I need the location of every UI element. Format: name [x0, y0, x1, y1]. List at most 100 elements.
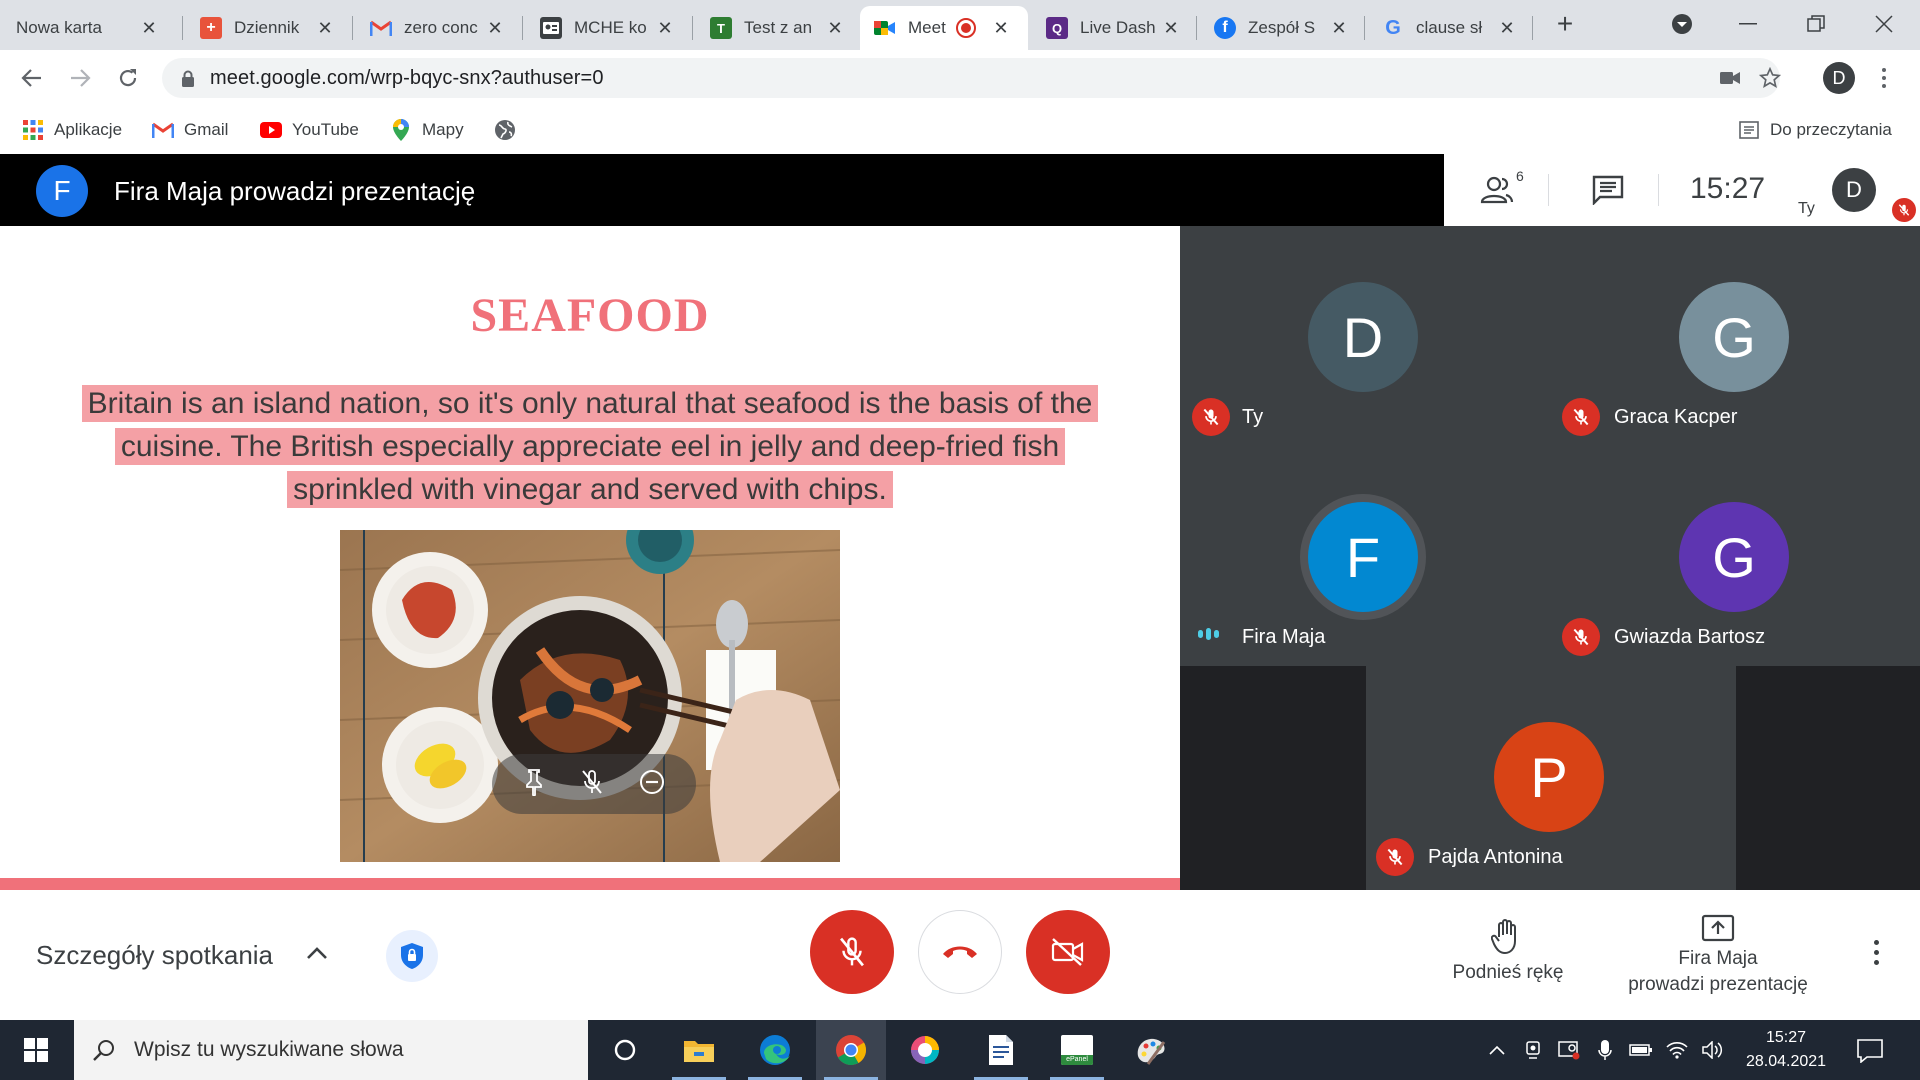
profile-avatar[interactable]: D — [1823, 62, 1855, 94]
forward-button[interactable] — [62, 60, 98, 96]
lock-icon[interactable] — [180, 70, 196, 87]
close-icon[interactable]: ✕ — [1162, 18, 1180, 39]
bookmark-label: YouTube — [292, 120, 359, 139]
taskbar-search[interactable]: Wpisz tu wyszukiwane słowa — [74, 1020, 588, 1080]
screen-capture-icon[interactable] — [1556, 1038, 1582, 1062]
reading-list[interactable]: Do przeczytania — [1738, 116, 1892, 144]
close-icon[interactable]: ✕ — [992, 18, 1010, 39]
meet-icon — [874, 17, 896, 39]
tab-separator — [1364, 16, 1365, 40]
mic-off-icon[interactable] — [579, 768, 605, 801]
bookmark-globe[interactable] — [494, 116, 526, 144]
bookmark-youtube[interactable]: YouTube — [260, 116, 359, 144]
tab-meet[interactable]: Meet ✕ — [860, 6, 1028, 50]
close-window-button[interactable] — [1864, 6, 1904, 42]
reload-button[interactable] — [110, 60, 146, 96]
more-options-button[interactable] — [1866, 932, 1886, 972]
notification-center-button[interactable] — [1852, 1036, 1888, 1066]
edge-icon — [760, 1035, 790, 1065]
tab-gmail[interactable]: zero conc ✕ — [356, 6, 516, 50]
microphone-toggle-button[interactable] — [810, 910, 894, 994]
tab-dziennik[interactable]: + Dziennik ✕ — [186, 6, 346, 50]
participants-button[interactable] — [1480, 172, 1520, 208]
apps-grid-icon — [22, 119, 44, 141]
participant-avatar: G — [1679, 282, 1789, 392]
star-icon[interactable] — [1754, 66, 1786, 90]
chevron-up-icon[interactable] — [1484, 1038, 1510, 1062]
tab-new-tab[interactable]: Nowa karta ✕ — [0, 6, 170, 50]
close-icon[interactable]: ✕ — [1498, 18, 1516, 39]
browser-menu-button[interactable] — [1872, 62, 1896, 94]
chevron-up-icon[interactable] — [302, 938, 332, 968]
tab-title: zero conc — [404, 18, 478, 37]
tab-title: Test z an — [744, 18, 813, 37]
tab-title: MCHE ko — [574, 18, 647, 37]
address-bar[interactable]: meet.google.com/wrp-bqyc-snx?authuser=0 — [162, 58, 1781, 98]
mic-off-icon — [840, 937, 864, 967]
file-explorer-button[interactable] — [664, 1020, 734, 1080]
close-icon[interactable]: ✕ — [140, 18, 158, 39]
raise-hand-button[interactable] — [1488, 918, 1524, 956]
battery-icon[interactable] — [1628, 1038, 1654, 1062]
word-doc-button[interactable] — [966, 1020, 1036, 1080]
present-screen-icon — [1701, 914, 1735, 942]
edge-button[interactable] — [740, 1020, 810, 1080]
epanel-button[interactable]: ePanel — [1042, 1020, 1112, 1080]
bookmark-gmail[interactable]: Gmail — [152, 116, 228, 144]
url-text[interactable]: meet.google.com/wrp-bqyc-snx?authuser=0 — [210, 67, 604, 90]
participant-avatar: G — [1679, 502, 1789, 612]
wifi-icon[interactable] — [1664, 1038, 1690, 1062]
volume-icon[interactable] — [1700, 1038, 1726, 1062]
close-icon[interactable]: ✕ — [826, 18, 844, 39]
taskbar-clock[interactable]: 15:27 28.04.2021 — [1736, 1026, 1836, 1074]
tab-mche[interactable]: MCHE ko ✕ — [526, 6, 686, 50]
tab-clause[interactable]: G clause sł ✕ — [1368, 6, 1528, 50]
camera-icon[interactable] — [1714, 66, 1746, 90]
close-icon[interactable]: ✕ — [316, 18, 334, 39]
maps-pin-icon — [390, 119, 412, 141]
microphone-icon[interactable] — [1592, 1038, 1618, 1062]
new-tab-button[interactable]: + — [1550, 10, 1580, 40]
presentation-button[interactable] — [1700, 910, 1736, 946]
tab-separator — [692, 16, 693, 40]
meeting-details-button[interactable]: Szczegóły spotkania — [36, 940, 273, 971]
participant-avatar: F — [1308, 502, 1418, 612]
leave-call-button[interactable] — [918, 910, 1002, 994]
chat-button[interactable] — [1588, 172, 1628, 208]
close-icon[interactable]: ✕ — [486, 18, 504, 39]
self-avatar[interactable]: D — [1832, 168, 1876, 212]
chrome-button[interactable] — [816, 1020, 886, 1080]
restore-button[interactable] — [1796, 6, 1836, 42]
close-icon[interactable]: ✕ — [1330, 18, 1348, 39]
globe-icon — [494, 119, 516, 141]
remove-icon[interactable] — [638, 768, 666, 801]
bookmark-maps[interactable]: Mapy — [390, 116, 464, 144]
tab-separator — [1532, 16, 1533, 40]
start-button[interactable] — [0, 1020, 72, 1080]
paint-button[interactable] — [1116, 1020, 1186, 1080]
host-controls-button[interactable] — [386, 930, 438, 982]
presentation-label-line2: prowadzi prezentację — [1628, 974, 1808, 995]
camera-toggle-button[interactable] — [1026, 910, 1110, 994]
windows-logo-icon — [24, 1038, 48, 1062]
webcam-icon[interactable] — [1520, 1038, 1546, 1062]
tab-test[interactable]: T Test z an ✕ — [696, 6, 856, 50]
minimize-button[interactable] — [1728, 6, 1768, 42]
close-icon[interactable]: ✕ — [656, 18, 674, 39]
tab-zespol[interactable]: f Zespół S ✕ — [1200, 6, 1360, 50]
contact-card-icon — [540, 17, 562, 39]
pin-icon[interactable] — [522, 768, 546, 801]
bookmark-apps[interactable]: Aplikacje — [22, 116, 122, 144]
participant-grid: D Ty G Graca Kacper F Fira Maja G Gwiazd… — [1180, 226, 1920, 890]
tab-title: Live Dash — [1080, 18, 1156, 37]
gmail-icon — [370, 17, 392, 39]
back-button[interactable] — [14, 60, 50, 96]
chat-icon — [1592, 175, 1624, 205]
youtube-icon — [260, 119, 282, 141]
slide-title: SEAFOOD — [470, 289, 710, 342]
tab-live-dash[interactable]: Q Live Dash ✕ — [1032, 6, 1192, 50]
paint-3d-button[interactable] — [890, 1020, 960, 1080]
tab-search-button[interactable] — [1662, 6, 1702, 42]
hang-up-icon — [943, 946, 977, 958]
task-view-button[interactable] — [590, 1020, 660, 1080]
